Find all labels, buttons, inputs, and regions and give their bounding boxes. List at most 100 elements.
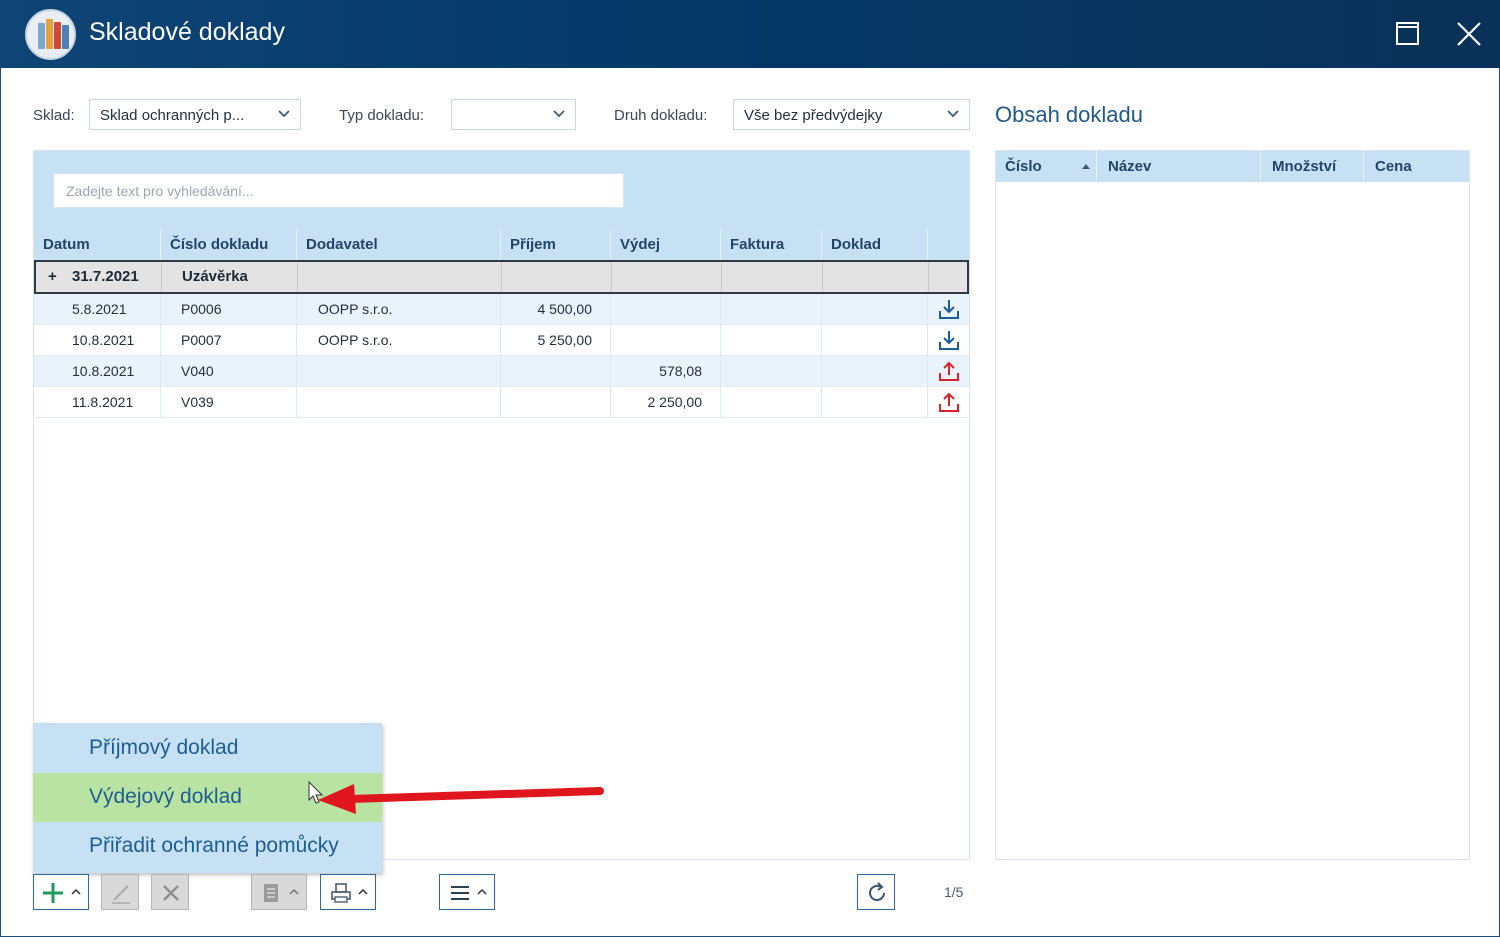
column-prijem[interactable]: Příjem: [501, 229, 611, 260]
cell-doc: [822, 294, 928, 324]
column-cislo-label: Číslo: [1005, 158, 1042, 175]
grid-header: Datum Číslo dokladu Dodavatel Příjem Výd…: [34, 229, 969, 260]
sklad-value: Sklad ochranných p...: [100, 107, 245, 124]
cell-date: 11.8.2021: [34, 387, 161, 417]
cell-number: V039: [161, 387, 297, 417]
upload-icon[interactable]: [938, 360, 960, 382]
cell-doc: [822, 387, 928, 417]
close-icon: [1457, 22, 1481, 46]
title-bar: Skladové doklady: [0, 0, 1500, 68]
chevron-down-icon: [553, 110, 565, 118]
typ-label: Typ dokladu:: [339, 107, 425, 124]
cell-income: [501, 387, 611, 417]
column-datum[interactable]: Datum: [34, 229, 161, 260]
menu-button[interactable]: [439, 874, 495, 910]
annotation-arrow-icon: [318, 784, 604, 814]
column-cislo-dokladu[interactable]: Číslo dokladu: [161, 229, 297, 260]
typ-dropdown[interactable]: [451, 99, 576, 130]
cell-income: 5 250,00: [501, 325, 611, 355]
close-button[interactable]: [1449, 14, 1489, 54]
menu-item-priradit-ochranne-pomucky[interactable]: Přiřadit ochranné pomůcky: [33, 822, 382, 871]
column-faktura[interactable]: Faktura: [721, 229, 822, 260]
document-button[interactable]: [251, 874, 307, 910]
window-title: Skladové doklady: [89, 18, 285, 46]
download-icon[interactable]: [938, 329, 960, 351]
plus-icon: [43, 883, 63, 903]
delete-x-icon: [163, 885, 179, 901]
delete-button[interactable]: [151, 874, 189, 910]
column-dodavatel[interactable]: Dodavatel: [297, 229, 501, 260]
column-cislo[interactable]: Číslo: [996, 151, 1097, 182]
sort-ascending-icon: [1082, 164, 1090, 169]
edit-button[interactable]: [101, 874, 139, 910]
cell-invoice: [721, 356, 822, 386]
print-button[interactable]: [320, 874, 376, 910]
cell-date: 10.8.2021: [34, 325, 161, 355]
cell-supplier: [297, 387, 501, 417]
group-date: 31.7.2021: [64, 262, 162, 292]
maximize-button[interactable]: [1388, 14, 1428, 54]
column-cena[interactable]: Cena: [1364, 151, 1469, 182]
menu-item-prijmovy-doklad[interactable]: Příjmový doklad: [33, 724, 382, 773]
cell-number: P0007: [161, 325, 297, 355]
chevron-down-icon: [947, 110, 959, 118]
chevron-up-icon: [477, 888, 487, 895]
cell-expense: 2 250,00: [611, 387, 721, 417]
hamburger-menu-icon: [451, 886, 469, 900]
content-panel-title: Obsah dokladu: [995, 102, 1143, 127]
app-books-icon: [25, 9, 76, 60]
printer-icon: [331, 883, 351, 903]
refresh-button[interactable]: [857, 874, 895, 910]
pencil-icon: [112, 885, 130, 904]
cell-date: 10.8.2021: [34, 356, 161, 386]
cell-expense: 578,08: [611, 356, 721, 386]
table-row[interactable]: 11.8.2021 V039 2 250,00: [34, 387, 969, 418]
download-icon[interactable]: [938, 298, 960, 320]
cell-income: [501, 356, 611, 386]
cell-expense: [611, 325, 721, 355]
column-mnozstvi[interactable]: Množství: [1261, 151, 1364, 182]
content-panel: Číslo Název Množství Cena: [995, 150, 1470, 860]
cell-invoice: [721, 387, 822, 417]
cell-expense: [611, 294, 721, 324]
cell-invoice: [721, 325, 822, 355]
refresh-icon: [869, 882, 885, 901]
table-row[interactable]: 10.8.2021 V040 578,08: [34, 356, 969, 387]
add-button[interactable]: [33, 874, 89, 910]
chevron-up-icon: [71, 888, 81, 895]
column-doklad[interactable]: Doklad: [822, 229, 928, 260]
druh-dropdown[interactable]: Vše bez předvýdejky: [733, 99, 970, 130]
cell-income: 4 500,00: [501, 294, 611, 324]
group-row[interactable]: + 31.7.2021 Uzávěrka: [34, 260, 969, 294]
group-cell: [823, 262, 929, 292]
table-row[interactable]: 10.8.2021 P0007 OOPP s.r.o. 5 250,00: [34, 325, 969, 356]
cell-number: V040: [161, 356, 297, 386]
search-input[interactable]: Zadejte text pro vyhledávání...: [53, 173, 624, 208]
table-row[interactable]: 5.8.2021 P0006 OOPP s.r.o. 4 500,00: [34, 294, 969, 325]
content-grid-header: Číslo Název Množství Cena: [996, 151, 1469, 182]
search-area: Zadejte text pro vyhledávání...: [34, 151, 969, 229]
column-vydej[interactable]: Výdej: [611, 229, 721, 260]
cell-supplier: OOPP s.r.o.: [297, 325, 501, 355]
cell-number: P0006: [161, 294, 297, 324]
druh-value: Vše bez předvýdejky: [744, 107, 883, 124]
group-cell: [722, 262, 823, 292]
cell-supplier: [297, 356, 501, 386]
group-cell: [298, 262, 502, 292]
group-cell: [502, 262, 612, 292]
cell-invoice: [721, 294, 822, 324]
document-icon: [264, 884, 278, 902]
group-label: Uzávěrka: [162, 262, 298, 292]
sklad-label: Sklad:: [33, 107, 75, 124]
chevron-up-icon: [358, 888, 368, 895]
upload-icon[interactable]: [938, 391, 960, 413]
chevron-up-icon: [289, 888, 299, 895]
pager: 1/5: [944, 884, 964, 900]
cell-doc: [822, 325, 928, 355]
expand-toggle[interactable]: +: [40, 262, 64, 292]
column-nazev[interactable]: Název: [1097, 151, 1261, 182]
sklad-dropdown[interactable]: Sklad ochranných p...: [89, 99, 301, 130]
maximize-icon: [1396, 22, 1419, 45]
cell-supplier: OOPP s.r.o.: [297, 294, 501, 324]
cell-doc: [822, 356, 928, 386]
